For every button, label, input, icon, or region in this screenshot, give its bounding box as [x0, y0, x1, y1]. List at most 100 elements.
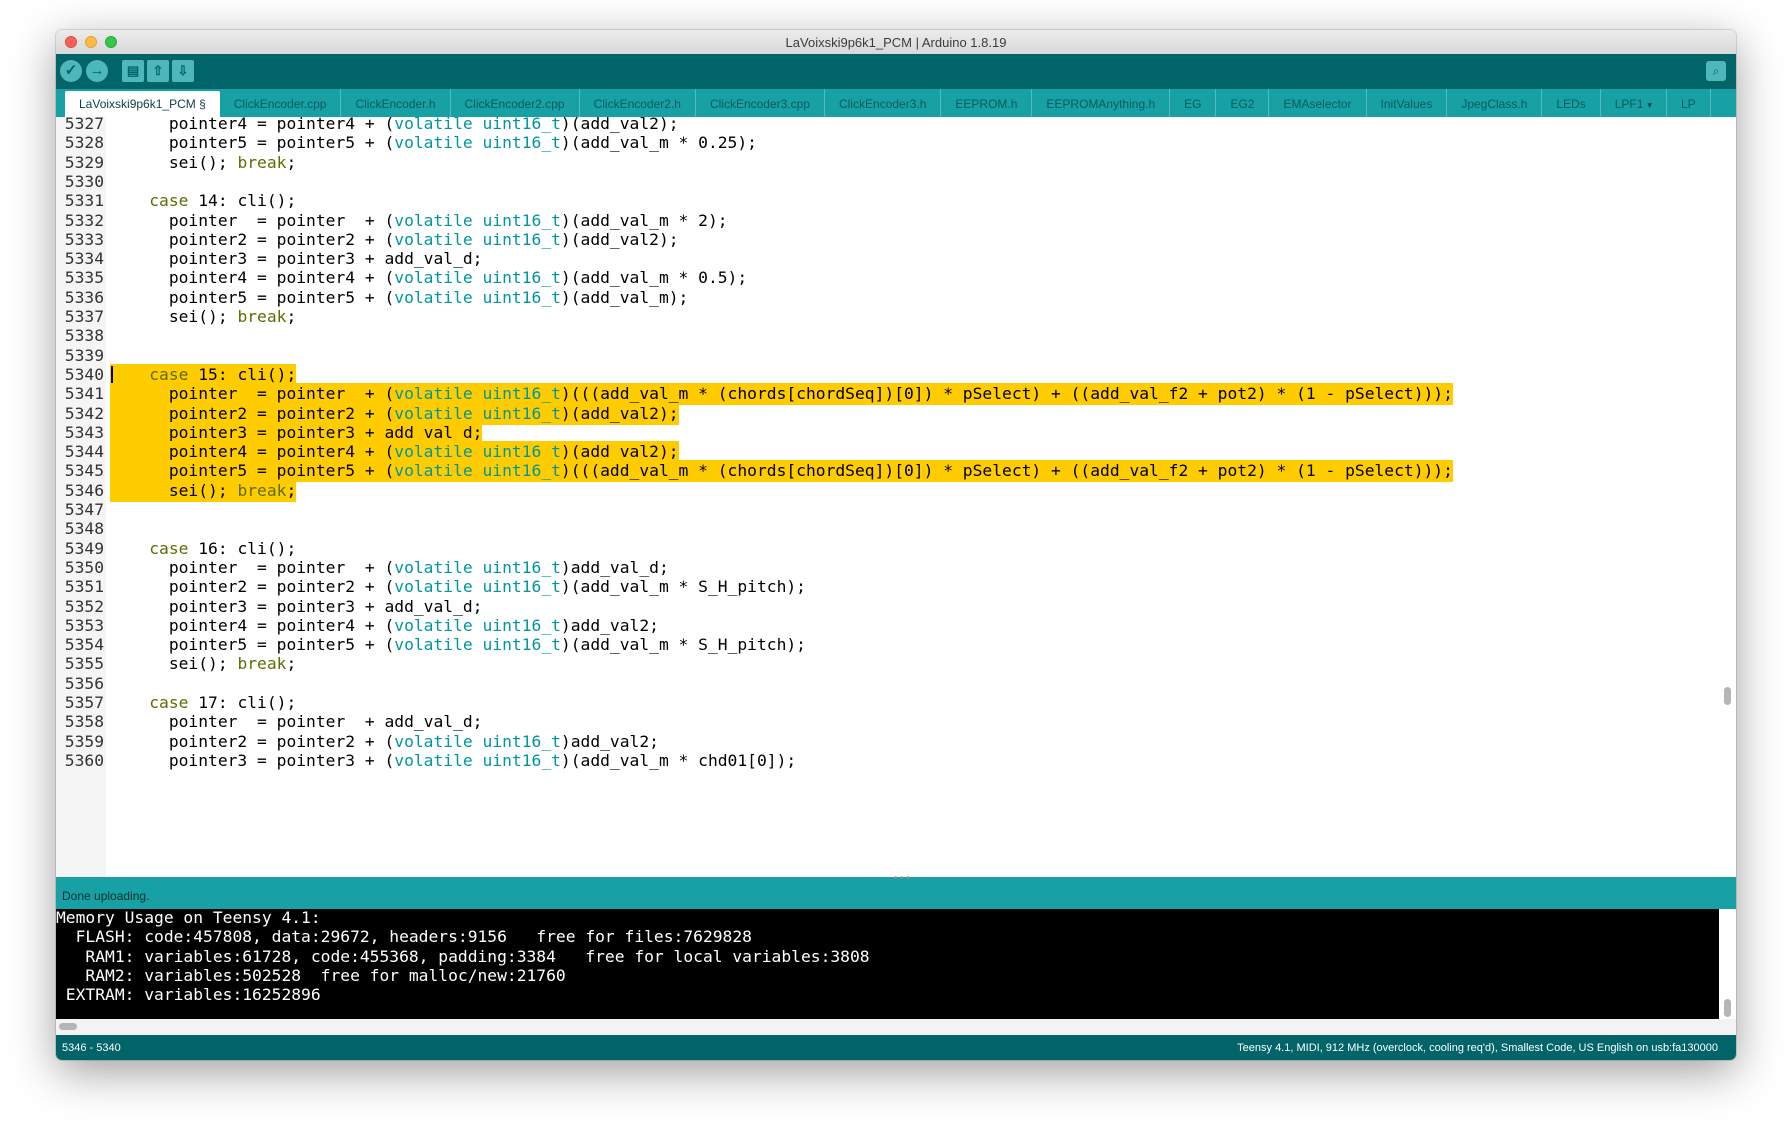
tab-active-sketch[interactable]: LaVoixski9p6k1_PCM § — [65, 91, 220, 117]
type-token: uint16_t — [482, 635, 561, 655]
code-line[interactable]: 5360 pointer3 = pointer3 + (volatile uin… — [56, 750, 1716, 772]
tab-label: LaVoixski9p6k1_PCM § — [79, 97, 206, 111]
type-token: volatile — [394, 461, 473, 481]
title-bar: LaVoixski9p6k1_PCM | Arduino 1.8.19 — [56, 30, 1736, 55]
toolbar: ✓ → ▤ ⇧ ⇩ ⌕ — [56, 54, 1736, 89]
type-token: uint16_t — [482, 557, 561, 577]
type-token: uint16_t — [482, 461, 561, 481]
status-message: Done uploading. — [62, 889, 150, 903]
tab-menu-arrow-icon[interactable]: ▾ — [1647, 100, 1652, 110]
tab-clickencoder-h[interactable]: ClickEncoder.h — [341, 89, 451, 117]
code-editor[interactable]: 5327 pointer4 = pointer4 + (volatile uin… — [56, 117, 1736, 877]
serial-monitor-icon[interactable]: ⌕ — [1706, 61, 1726, 81]
type-token: volatile — [394, 268, 473, 288]
type-token: volatile — [394, 750, 473, 770]
tab-label: EG2 — [1230, 97, 1255, 111]
keyword-token: break — [237, 480, 287, 500]
line-range: 5346 - 5340 — [62, 1042, 121, 1054]
console-horizontal-scrollbar[interactable] — [56, 1019, 1736, 1035]
keyword-token: case — [149, 191, 189, 211]
tab-label: EEPROMAnything.h — [1046, 97, 1156, 111]
split-divider-handle[interactable]: • • • — [894, 873, 910, 884]
type-token: uint16_t — [482, 133, 561, 153]
console-vertical-scroll-thumb[interactable] — [1724, 999, 1731, 1017]
tab-eg[interactable]: EG — [1170, 89, 1217, 117]
save-icon[interactable]: ⇩ — [172, 60, 194, 82]
board-info: Teensy 4.1, MIDI, 912 MHz (overclock, co… — [1237, 1042, 1718, 1054]
type-token: uint16_t — [482, 210, 561, 230]
tab-emaselector[interactable]: EMAselector — [1269, 89, 1367, 117]
tab-eepromanything-h[interactable]: EEPROMAnything.h — [1032, 89, 1171, 117]
type-token: volatile — [394, 635, 473, 655]
type-token: volatile — [394, 731, 473, 751]
type-token: uint16_t — [482, 750, 561, 770]
tab-clickencoder-cpp[interactable]: ClickEncoder.cpp — [219, 89, 342, 117]
status-bar: • • • Done uploading. — [56, 873, 1736, 909]
tab-initvalues[interactable]: InitValues — [1366, 89, 1448, 117]
console-vertical-scrollbar[interactable] — [1719, 909, 1736, 1019]
tab-label: ClickEncoder3.h — [839, 97, 927, 111]
keyword-token: break — [237, 307, 287, 326]
type-token: volatile — [394, 133, 473, 153]
type-token: volatile — [394, 229, 473, 249]
tab-clickencoder3-cpp[interactable]: ClickEncoder3.cpp — [695, 89, 826, 117]
type-token: uint16_t — [482, 117, 561, 133]
type-token: volatile — [394, 117, 473, 133]
type-token: uint16_t — [482, 442, 561, 462]
tab-clickencoder3-h[interactable]: ClickEncoder3.h — [825, 89, 942, 117]
tab-label: ClickEncoder.h — [355, 97, 436, 111]
console-line: EXTRAM: variables:16252896 — [56, 985, 321, 1005]
tab-label: EMAselector — [1283, 97, 1352, 111]
keyword-token: case — [149, 538, 189, 558]
type-token: uint16_t — [482, 731, 561, 751]
type-token: uint16_t — [482, 268, 561, 288]
type-token: uint16_t — [482, 403, 561, 423]
keyword-token: break — [237, 152, 287, 172]
type-token: uint16_t — [482, 577, 561, 597]
window-title: LaVoixski9p6k1_PCM | Arduino 1.8.19 — [785, 35, 1007, 50]
tab-clickencoder2-cpp[interactable]: ClickEncoder2.cpp — [450, 89, 580, 117]
type-token: volatile — [394, 615, 473, 635]
console-output[interactable]: Memory Usage on Teensy 4.1: FLASH: code:… — [56, 909, 1719, 1019]
tab-label: EEPROM.h — [955, 97, 1018, 111]
tab-lpf1[interactable]: LPF1 ▾ — [1600, 89, 1667, 117]
tab-label: LP — [1680, 97, 1696, 111]
tab-label: ClickEncoder3.cpp — [709, 97, 811, 111]
tab-label: EG — [1184, 97, 1202, 111]
sketch-tab-bar: LaVoixski9p6k1_PCM § ClickEncoder.cpp Clic… — [56, 89, 1736, 117]
type-token: volatile — [394, 384, 473, 404]
editor-scrollbar[interactable] — [1724, 687, 1731, 705]
tab-label: LEDs — [1556, 97, 1586, 111]
footer-bar: 5346 - 5340 Teensy 4.1, MIDI, 912 MHz (o… — [56, 1035, 1736, 1060]
console-horizontal-scroll-thumb[interactable] — [59, 1023, 77, 1030]
type-token: volatile — [394, 210, 473, 230]
keyword-token: case — [149, 364, 189, 384]
tab-label: LPF1 — [1614, 97, 1644, 111]
text-caret — [111, 365, 113, 384]
tab-label: InitValues — [1380, 97, 1433, 111]
tab-label: ClickEncoder.cpp — [233, 97, 327, 111]
type-token: uint16_t — [482, 229, 561, 249]
tab-eg2[interactable]: EG2 — [1216, 89, 1270, 117]
type-token: volatile — [394, 557, 473, 577]
type-token: volatile — [394, 403, 473, 423]
open-icon[interactable]: ⇧ — [147, 60, 169, 82]
line-number: 5360 — [64, 750, 104, 770]
arduino-ide-window: LaVoixski9p6k1_PCM | Arduino 1.8.19 ✓ → … — [56, 30, 1736, 1060]
type-token: uint16_t — [482, 384, 561, 404]
type-token: volatile — [394, 287, 473, 307]
verify-icon[interactable]: ✓ — [60, 60, 82, 82]
upload-icon[interactable]: → — [86, 60, 108, 82]
tab-eeprom-h[interactable]: EEPROM.h — [941, 89, 1033, 117]
code-text: pointer3 = pointer3 + (volatile uint16_t… — [110, 750, 797, 770]
tab-lp[interactable]: LP — [1666, 89, 1711, 117]
tab-leds[interactable]: LEDs — [1542, 89, 1601, 117]
keyword-token: case — [149, 693, 189, 712]
keyword-token: break — [237, 654, 287, 674]
tab-label: ClickEncoder2.cpp — [464, 97, 565, 111]
new-sketch-icon[interactable]: ▤ — [122, 60, 144, 82]
tab-jpegclass-h[interactable]: JpegClass.h — [1447, 89, 1543, 117]
tab-label: ClickEncoder2.h — [593, 97, 681, 111]
type-token: uint16_t — [482, 287, 561, 307]
tab-clickencoder2-h[interactable]: ClickEncoder2.h — [579, 89, 696, 117]
